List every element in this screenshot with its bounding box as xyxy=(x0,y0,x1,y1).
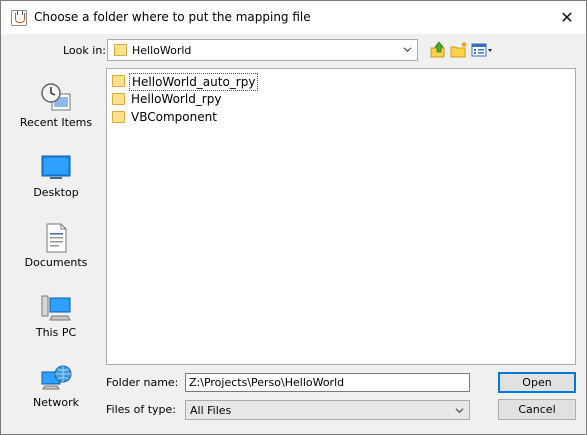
window-title: Choose a folder where to put the mapping… xyxy=(34,10,311,24)
place-documents[interactable]: Documents xyxy=(13,216,99,278)
new-folder-icon xyxy=(450,42,467,58)
network-icon xyxy=(41,365,72,390)
java-app-icon xyxy=(11,10,27,26)
look-in-label: Look in: xyxy=(63,44,106,57)
view-menu-icon xyxy=(471,43,492,57)
file-chooser-dialog: Choose a folder where to put the mapping… xyxy=(0,0,587,435)
place-label: Network xyxy=(33,396,79,409)
list-item[interactable]: HelloWorld_auto_rpy xyxy=(109,73,259,91)
folder-name-label: Folder name: xyxy=(106,376,179,389)
place-network[interactable]: Network xyxy=(13,356,99,418)
files-of-type-value: All Files xyxy=(190,404,232,417)
folder-icon xyxy=(112,93,125,105)
documents-icon xyxy=(46,223,67,253)
chevron-down-icon xyxy=(403,47,412,53)
folder-icon xyxy=(112,111,125,123)
place-this-pc[interactable]: This PC xyxy=(13,286,99,348)
files-of-type-combo[interactable]: All Files xyxy=(185,400,470,420)
list-item[interactable]: HelloWorld_rpy xyxy=(109,91,223,109)
view-menu-button[interactable] xyxy=(471,41,493,59)
place-label: Desktop xyxy=(33,186,79,199)
place-label: This PC xyxy=(35,326,77,339)
look-in-value: HelloWorld xyxy=(132,44,192,57)
place-recent-items[interactable]: Recent Items xyxy=(13,76,99,138)
up-one-level-button[interactable] xyxy=(430,41,448,59)
recent-items-icon xyxy=(41,83,71,111)
cancel-button[interactable]: Cancel xyxy=(498,399,576,420)
place-label: Recent Items xyxy=(19,116,93,129)
open-button[interactable]: Open xyxy=(498,372,576,393)
places-bar: Recent Items Desktop Documents This PC N… xyxy=(13,68,99,423)
file-name: HelloWorld_rpy xyxy=(131,92,222,106)
up-folder-icon xyxy=(430,41,445,58)
place-label: Documents xyxy=(24,256,88,269)
folder-icon xyxy=(112,75,125,87)
title-bar: Choose a folder where to put the mapping… xyxy=(1,1,586,34)
files-of-type-label: Files of type: xyxy=(106,403,177,416)
folder-icon xyxy=(114,44,127,56)
desktop-icon xyxy=(41,155,71,179)
this-pc-icon xyxy=(41,295,71,321)
file-name: VBComponent xyxy=(131,110,217,124)
folder-name-field[interactable]: Z:\Projects\Perso\HelloWorld xyxy=(185,373,470,392)
list-item[interactable]: VBComponent xyxy=(109,109,219,127)
close-button[interactable]: ✕ xyxy=(554,5,580,29)
look-in-combo[interactable]: HelloWorld xyxy=(107,39,418,61)
place-desktop[interactable]: Desktop xyxy=(13,146,99,208)
chevron-down-icon xyxy=(455,408,464,414)
file-list[interactable]: HelloWorld_auto_rpy HelloWorld_rpy VBCom… xyxy=(106,68,576,365)
file-name: HelloWorld_auto_rpy xyxy=(129,73,259,91)
new-folder-button[interactable] xyxy=(450,41,468,59)
